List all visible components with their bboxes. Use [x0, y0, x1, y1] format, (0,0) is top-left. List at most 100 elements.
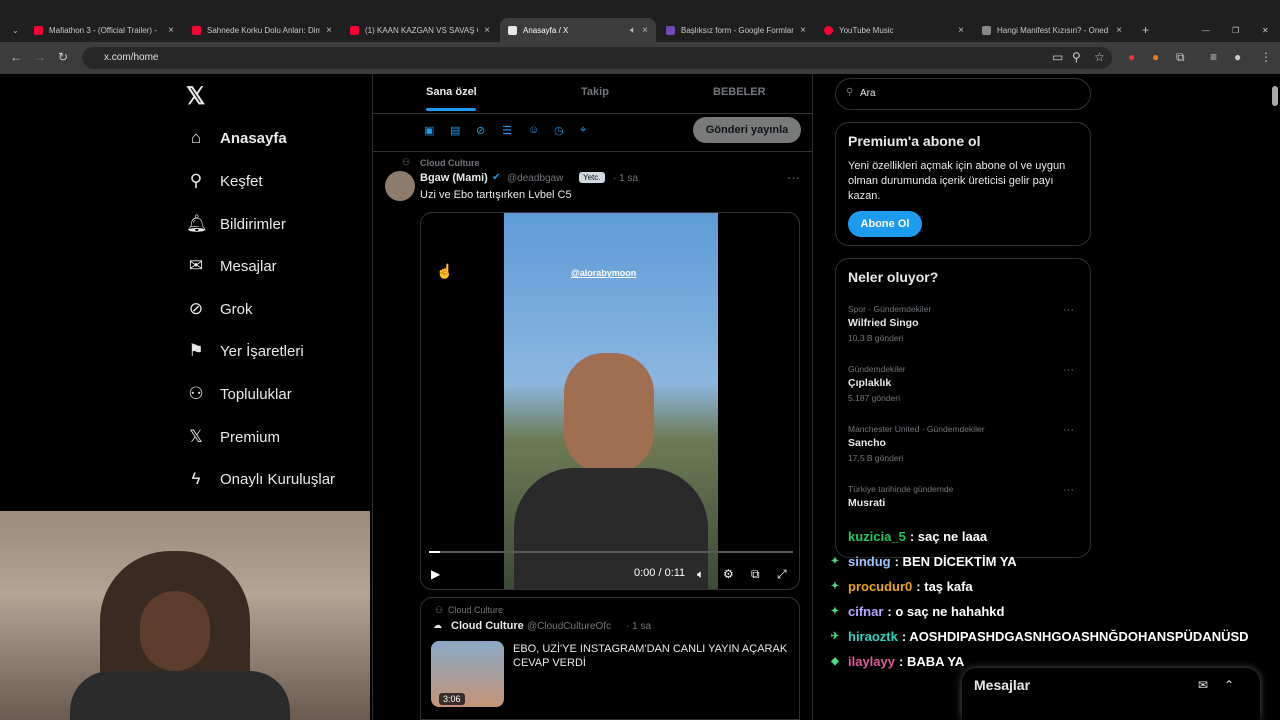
search-input[interactable]: ⚲ Ara: [835, 78, 1091, 110]
post-button[interactable]: Gönderi yayınla: [693, 117, 801, 143]
chat-message: ✦ procudur0: taş kafa: [828, 574, 1280, 599]
browser-tab-4[interactable]: Anasayfa / X 🔈︎ ×: [500, 18, 656, 42]
sidebar-item-grok[interactable]: ⊘ Grok: [186, 294, 253, 324]
sidebar-item-messages[interactable]: ✉ Mesajlar: [186, 251, 277, 281]
extension-red-icon[interactable]: ●: [1128, 50, 1135, 64]
divider: [373, 113, 812, 114]
star-icon[interactable]: ☆: [1094, 50, 1105, 64]
poll-icon[interactable]: ☰: [502, 124, 512, 137]
sidebar-item-bookmarks[interactable]: ⚑ Yer İşaretleri: [186, 336, 303, 366]
volume-icon[interactable]: 🔈︎: [697, 567, 704, 582]
new-tab-button[interactable]: +: [1134, 18, 1154, 42]
quoted-author[interactable]: Cloud Culture: [451, 620, 524, 632]
avatar[interactable]: [385, 171, 415, 201]
close-icon[interactable]: ×: [168, 25, 174, 36]
speaker-icon[interactable]: 🔈︎: [630, 25, 636, 36]
gif-icon[interactable]: ▤: [450, 124, 460, 137]
scrollbar-thumb[interactable]: [1272, 86, 1278, 106]
chat-text: : AOSHDIPASHDGASNHGOASHNĞDOHANSPÜDANÜSD: [901, 629, 1249, 644]
close-icon[interactable]: ×: [326, 25, 332, 36]
more-icon[interactable]: ···: [1063, 364, 1074, 376]
quoted-post[interactable]: ⚇ Cloud Culture ☁ Cloud Culture @CloudCu…: [420, 597, 800, 720]
youtube-icon: [350, 25, 359, 35]
emoji-icon[interactable]: ☺: [528, 124, 539, 136]
lightning-icon: ϟ: [191, 469, 201, 488]
minimize-button[interactable]: —: [1194, 18, 1214, 42]
sidebar-item-communities[interactable]: ⚇ Topluluklar: [186, 379, 291, 409]
tab-bebeler[interactable]: BEBELER: [713, 86, 766, 98]
close-window-button[interactable]: ✕: [1254, 18, 1274, 42]
post-community-label[interactable]: Cloud Culture: [420, 158, 480, 168]
premium-card: Premium'a abone ol Yeni özellikleri açma…: [835, 122, 1091, 246]
browser-tab-1[interactable]: Mafiathon 3 - (Official Trailer) - ×: [26, 18, 182, 42]
trend-item[interactable]: Manchester United · Gündemdekiler Sancho 1…: [848, 424, 1080, 463]
extension-orange-icon[interactable]: ●: [1152, 50, 1159, 64]
play-icon[interactable]: ▶: [431, 567, 440, 581]
pip-icon[interactable]: ⧉: [751, 567, 760, 582]
browser-tab-5[interactable]: Başlıksız form - Google Formlar ×: [658, 18, 814, 42]
cast-icon[interactable]: ▭: [1052, 50, 1063, 64]
chat-username: procudur0: [848, 579, 913, 594]
chevron-up-icon[interactable]: ⌃: [1224, 678, 1234, 692]
new-message-icon[interactable]: ✉: [1198, 678, 1208, 692]
back-icon[interactable]: ←: [10, 50, 22, 64]
extensions-icon[interactable]: ⧉: [1176, 50, 1185, 65]
video-progress-bar[interactable]: [429, 551, 793, 553]
reload-icon[interactable]: ↻: [58, 50, 68, 64]
tab-following[interactable]: Takip: [581, 86, 609, 98]
sidebar-item-explore[interactable]: ⚲ Keşfet: [186, 166, 263, 196]
youtube-music-icon: [824, 25, 833, 35]
post-time[interactable]: · 1 sa: [613, 173, 638, 184]
grok-icon: ⊘: [188, 299, 204, 318]
close-icon[interactable]: ×: [958, 25, 964, 36]
url-input[interactable]: x.com/home: [82, 47, 1112, 69]
post-author[interactable]: Bgaw (Mami): [420, 172, 488, 184]
video-player[interactable]: @alorabymoon ▶ 0:00 / 0:11 🔈︎ ⚙ ⧉ ⤢: [420, 212, 800, 590]
fullscreen-icon[interactable]: ⤢: [777, 567, 787, 582]
trend-item[interactable]: Gündemdekiler Çıplaklık 5.187 gönderi ···: [848, 364, 1080, 403]
subscribe-button[interactable]: Abone Ol: [848, 211, 922, 237]
messages-drawer[interactable]: Mesajlar ✉ ⌃: [962, 668, 1260, 720]
sidebar-item-premium[interactable]: 𝕏 Premium: [186, 422, 280, 452]
more-icon[interactable]: ···: [1063, 424, 1074, 436]
close-icon[interactable]: ×: [1116, 25, 1122, 36]
quoted-handle[interactable]: @CloudCultureOfc: [527, 621, 611, 632]
sidebar-item-home[interactable]: ⌂ Anasayfa: [186, 123, 287, 153]
mouse-cursor-icon: ☝: [436, 263, 454, 279]
zoom-icon[interactable]: ⚲: [1072, 50, 1081, 64]
reading-list-icon[interactable]: ≡: [1210, 50, 1217, 64]
browser-tab-2[interactable]: Sahnede Korku Dolu Anları: Dim ×: [184, 18, 340, 42]
quoted-time[interactable]: · 1 sa: [626, 621, 651, 632]
grok-icon[interactable]: ⊘: [476, 124, 485, 137]
tab-for-you[interactable]: Sana özel: [426, 86, 477, 98]
more-icon[interactable]: ···: [787, 170, 800, 185]
settings-icon[interactable]: ⚙: [723, 567, 734, 581]
browser-tab-7[interactable]: Hangi Manifest Kızısın? - Oned ×: [974, 18, 1130, 42]
trend-item[interactable]: Spor · Gündemdekiler Wilfried Singo 10,3 B…: [848, 304, 1080, 343]
browser-tab-6[interactable]: YouTube Music ×: [816, 18, 972, 42]
trend-item[interactable]: Türkiye tarihinde gündemde Musrati ···: [848, 484, 1080, 509]
location-icon[interactable]: ⌖: [580, 124, 586, 137]
more-icon[interactable]: ···: [1063, 484, 1074, 496]
close-icon[interactable]: ×: [484, 25, 490, 36]
image-icon[interactable]: ▣: [424, 124, 434, 137]
browser-tab-3[interactable]: (1) KAAN KAZGAN VS SAVAŞ C ×: [342, 18, 498, 42]
more-icon[interactable]: ···: [1063, 304, 1074, 316]
maximize-button[interactable]: ❐: [1224, 18, 1244, 42]
close-icon[interactable]: ×: [800, 25, 806, 36]
sidebar-item-notifications[interactable]: 🔔︎ Bildirimler: [186, 209, 286, 239]
post-handle[interactable]: @deadbgaw: [507, 173, 563, 184]
minimize-icon: —: [1202, 25, 1210, 35]
forward-icon[interactable]: →: [34, 50, 46, 64]
menu-icon[interactable]: ⋮: [1260, 50, 1272, 64]
verified-icon: ✔: [492, 172, 501, 183]
communities-icon: ⚇: [188, 384, 204, 403]
tab-list-button[interactable]: ⌄: [4, 18, 24, 42]
profile-icon[interactable]: ●: [1234, 50, 1241, 64]
active-tab-indicator: [426, 108, 476, 111]
schedule-icon[interactable]: ◷: [554, 124, 564, 137]
x-logo-icon[interactable]: 𝕏: [186, 82, 205, 111]
close-icon[interactable]: ×: [642, 25, 648, 36]
chat-username: cifnar: [848, 604, 884, 619]
sidebar-item-verified-orgs[interactable]: ϟ Onaylı Kuruluşlar: [186, 464, 336, 494]
